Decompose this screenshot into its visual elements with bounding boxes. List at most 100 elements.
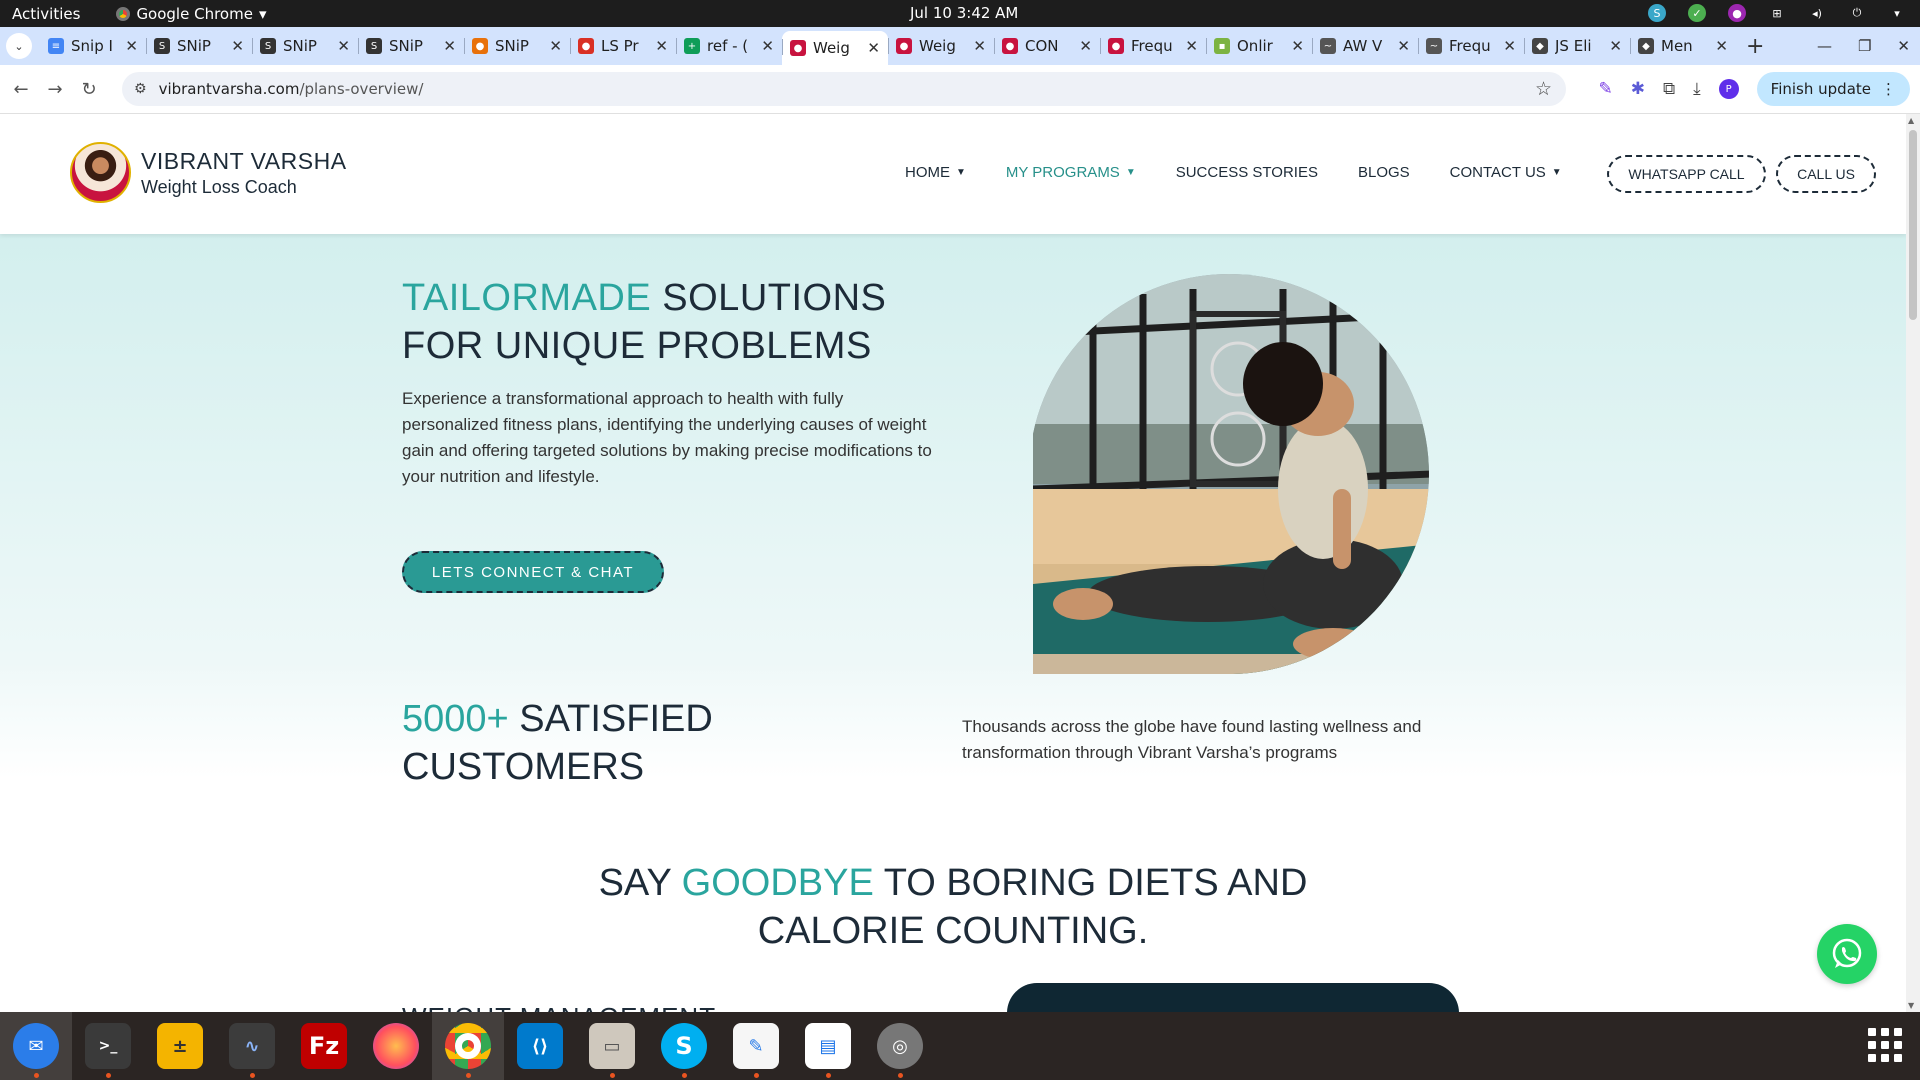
minimize-icon[interactable]: — [1817,37,1832,55]
reload-icon[interactable]: ↻ [72,79,106,100]
tab-close-icon[interactable]: ✕ [125,37,138,55]
running-indicator [466,1073,471,1078]
tab-close-icon[interactable]: ✕ [1503,37,1516,55]
tab-close-icon[interactable]: ✕ [655,37,668,55]
hero-title: TAILORMADE SOLUTIONS FOR UNIQUE PROBLEMS [402,274,962,370]
page-scrollbar[interactable]: ▲ ▼ [1906,114,1920,1012]
back-arrow-icon[interactable]: ← [4,79,38,100]
nav-contact-us[interactable]: CONTACT US ▼ [1450,164,1562,181]
tab-close-icon[interactable]: ✕ [231,37,244,55]
finish-update-button[interactable]: Finish update ⋮ [1756,72,1910,106]
dock-disk-utility[interactable]: ◎ [864,1012,936,1080]
call-us-button[interactable]: CALL US [1776,155,1876,193]
dock-libreoffice-writer[interactable]: ▤ [792,1012,864,1080]
chevron-down-icon[interactable]: ▾ [1888,4,1906,22]
browser-tab[interactable]: ≡ Snip I ✕ [40,30,146,62]
browser-tab[interactable]: ● Weig ✕ [782,31,888,65]
dock-terminal[interactable]: >_ [72,1012,144,1080]
network-icon[interactable]: ⊞ [1768,4,1786,22]
download-icon[interactable]: ⤓ [1693,79,1701,99]
activities-button[interactable]: Activities [12,5,80,23]
browser-tab[interactable]: ● Weig ✕ [888,30,994,62]
dock-vscode[interactable]: ⟨⟩ [504,1012,576,1080]
dock-thunderbird[interactable]: ✉ [0,1012,72,1080]
nav-programs-label: MY PROGRAMS [1005,164,1120,181]
tab-close-icon[interactable]: ✕ [443,37,456,55]
scroll-up-arrow-icon[interactable]: ▲ [1908,116,1914,125]
tab-close-icon[interactable]: ✕ [761,37,774,55]
profile-avatar[interactable]: P [1718,79,1739,99]
whatsapp-call-button[interactable]: WHATSAPP CALL [1607,155,1766,193]
browser-tab[interactable]: ● Frequ ✕ [1100,30,1206,62]
tab-close-icon[interactable]: ✕ [1291,37,1304,55]
address-bar[interactable]: ⚙ vibrantvarsha.com/plans-overview/ ☆ [122,72,1566,106]
gear-extension-icon[interactable]: ✱ [1631,79,1645,99]
tab-close-icon[interactable]: ✕ [973,37,986,55]
browser-tab[interactable]: S SNiP ✕ [146,30,252,62]
browser-tab[interactable]: + ref - (✕ [676,30,782,62]
browser-tab[interactable]: ▪ Onlir ✕ [1206,30,1312,62]
dock-text-editor[interactable]: ✎ [720,1012,792,1080]
scroll-down-arrow-icon[interactable]: ▼ [1908,1001,1914,1010]
dock-firefox[interactable] [360,1012,432,1080]
new-tab-plus-icon[interactable]: + [1746,34,1764,59]
browser-tab[interactable]: ● CON ✕ [994,30,1100,62]
whatsapp-chat-button[interactable] [1817,924,1877,984]
extensions-puzzle-icon[interactable]: ⧉ [1663,79,1675,99]
nav-home[interactable]: HOME ▼ [905,164,966,181]
tab-close-icon[interactable]: ✕ [1397,37,1410,55]
nav-success-stories[interactable]: SUCCESS STORIES [1176,164,1318,181]
app-menu[interactable]: Google Chrome ▾ [116,5,266,23]
bookmark-star-icon[interactable]: ☆ [1535,78,1552,100]
volume-icon[interactable]: ◂) [1808,4,1826,22]
check-tray-icon[interactable]: ✓ [1688,4,1706,22]
brand-name[interactable]: VIBRANT VARSHA [141,148,347,175]
nav-my-programs[interactable]: MY PROGRAMS ▼ [1006,164,1136,181]
tab-search-button[interactable]: ⌄ [6,33,32,59]
pen-extension-icon[interactable]: ✎ [1599,79,1613,99]
lets-connect-chat-button[interactable]: LETS CONNECT & CHAT [402,551,664,593]
site-info-icon[interactable]: ⚙ [134,81,147,97]
finish-update-label: Finish update [1770,80,1871,98]
browser-tab[interactable]: ● LS Pr ✕ [570,30,676,62]
tab-close-icon[interactable]: ✕ [1079,37,1092,55]
system-tray[interactable]: S ✓ ● ⊞ ◂) ⏻ ▾ [1648,4,1906,22]
forward-arrow-icon[interactable]: → [38,79,72,100]
page-viewport: VIBRANT VARSHA Weight Loss Coach HOME ▼ M… [0,114,1920,1012]
nav-blogs[interactable]: BLOGS [1358,164,1410,181]
tab-title: Onlir [1237,37,1273,55]
browser-tab[interactable]: ◆ Men ✕ [1630,30,1736,62]
dock-chrome[interactable] [432,1012,504,1080]
chrome-icon [445,1023,491,1069]
tab-close-icon[interactable]: ✕ [1715,37,1728,55]
tab-favicon-icon: ● [896,38,912,54]
power-icon[interactable]: ⏻ [1848,4,1866,22]
tab-close-icon[interactable]: ✕ [1609,37,1622,55]
close-icon[interactable]: ✕ [1897,37,1910,55]
app-menu-label: Google Chrome [136,4,253,23]
scrollbar-thumb[interactable] [1909,130,1917,320]
dock-calculator[interactable]: ± [144,1012,216,1080]
browser-tab[interactable]: ~ AW V ✕ [1312,30,1418,62]
clock[interactable]: Jul 10 3:42 AM [910,4,1018,22]
tab-close-icon[interactable]: ✕ [867,39,880,57]
tab-close-icon[interactable]: ✕ [549,37,562,55]
tab-close-icon[interactable]: ✕ [337,37,350,55]
show-apps-grid-icon[interactable] [1866,1026,1904,1064]
skype-tray-icon[interactable]: S [1648,4,1666,22]
dock-skype[interactable]: S [648,1012,720,1080]
browser-tab[interactable]: ~ Frequ ✕ [1418,30,1524,62]
brand-logo-avatar[interactable] [70,142,131,203]
dock-system-monitor[interactable]: ∿ [216,1012,288,1080]
tab-close-icon[interactable]: ✕ [1185,37,1198,55]
stats-title-line2: CUSTOMERS [402,746,645,788]
dock-files[interactable]: ▭ [576,1012,648,1080]
browser-tab[interactable]: ● SNiP ✕ [464,30,570,62]
tab-favicon-icon: ● [1002,38,1018,54]
browser-tab[interactable]: S SNiP ✕ [358,30,464,62]
restore-icon[interactable]: ❐ [1858,37,1871,55]
dock-filezilla[interactable]: Fz [288,1012,360,1080]
browser-tab[interactable]: ◆ JS Eli ✕ [1524,30,1630,62]
color-tray-icon[interactable]: ● [1728,4,1746,22]
browser-tab[interactable]: S SNiP ✕ [252,30,358,62]
